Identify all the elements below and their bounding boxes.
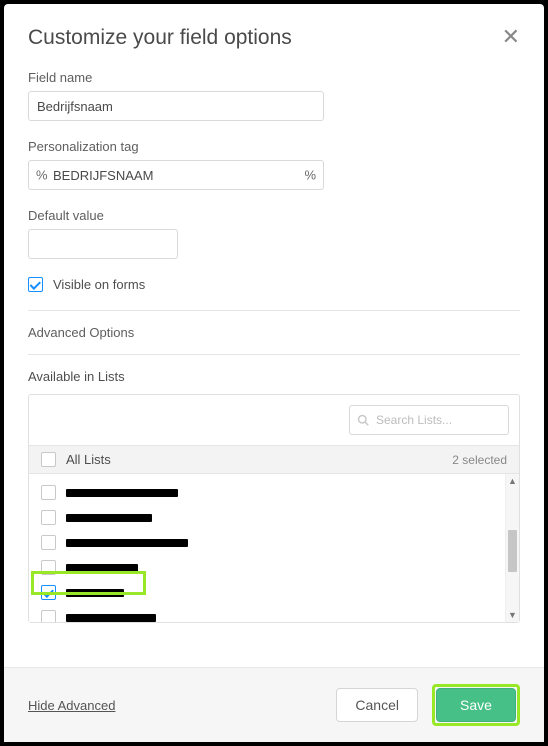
visible-on-forms-checkbox[interactable] [28,277,43,292]
modal-customize-field: Customize your field options ✕ Field nam… [4,4,544,742]
search-icon [357,414,369,426]
default-value-group: Default value [28,208,520,259]
scrollbar[interactable]: ▲ ▼ [505,474,519,622]
search-row [29,395,519,445]
divider [28,310,520,311]
lists-scroll: ▲ ▼ [29,474,519,622]
visible-on-forms-label: Visible on forms [53,277,145,292]
list-item-checkbox[interactable] [41,485,56,500]
field-name-group: Field name [28,70,520,121]
list-item[interactable] [41,530,507,555]
list-item[interactable] [41,480,507,505]
highlight-save: Save [432,684,520,726]
field-name-input[interactable] [28,91,324,121]
list-item-checkbox[interactable] [41,610,56,622]
list-item-label [66,489,178,497]
list-item[interactable] [41,505,507,530]
percent-left-icon: % [36,168,48,183]
cancel-button[interactable]: Cancel [336,688,418,722]
modal-title: Customize your field options [28,26,292,50]
advanced-options-label: Advanced Options [28,325,520,340]
field-name-label: Field name [28,70,520,85]
list-item-checkbox[interactable] [41,510,56,525]
default-value-label: Default value [28,208,520,223]
list-item-checkbox[interactable] [41,535,56,550]
personalization-tag-label: Personalization tag [28,139,520,154]
search-lists-input[interactable] [349,405,509,435]
default-value-input[interactable] [28,229,178,259]
selected-count: 2 selected [452,453,507,467]
list-item[interactable] [41,605,507,622]
modal-body: Customize your field options ✕ Field nam… [4,4,544,667]
close-icon[interactable]: ✕ [502,26,520,48]
personalization-tag-input[interactable] [28,160,324,190]
list-item-label [66,614,156,622]
scroll-up-icon[interactable]: ▲ [506,474,519,488]
personalization-tag-group: Personalization tag % % [28,139,520,190]
scroll-down-icon[interactable]: ▼ [506,608,519,622]
highlight-selected-item [31,571,146,595]
visible-on-forms-row: Visible on forms [28,277,520,292]
hide-advanced-link[interactable]: Hide Advanced [28,698,115,713]
available-in-lists-label: Available in Lists [28,369,520,384]
save-button[interactable]: Save [436,688,516,722]
all-lists-checkbox[interactable] [41,452,56,467]
percent-right-icon: % [304,168,316,183]
all-lists-label: All Lists [66,452,111,467]
list-item-label [66,539,188,547]
all-lists-row: All Lists 2 selected [29,445,519,474]
scroll-thumb[interactable] [508,530,517,572]
modal-footer: Hide Advanced Cancel Save [4,667,544,742]
list-item-label [66,514,152,522]
lists-box: All Lists 2 selected ▲ ▼ [28,394,520,623]
divider [28,354,520,355]
